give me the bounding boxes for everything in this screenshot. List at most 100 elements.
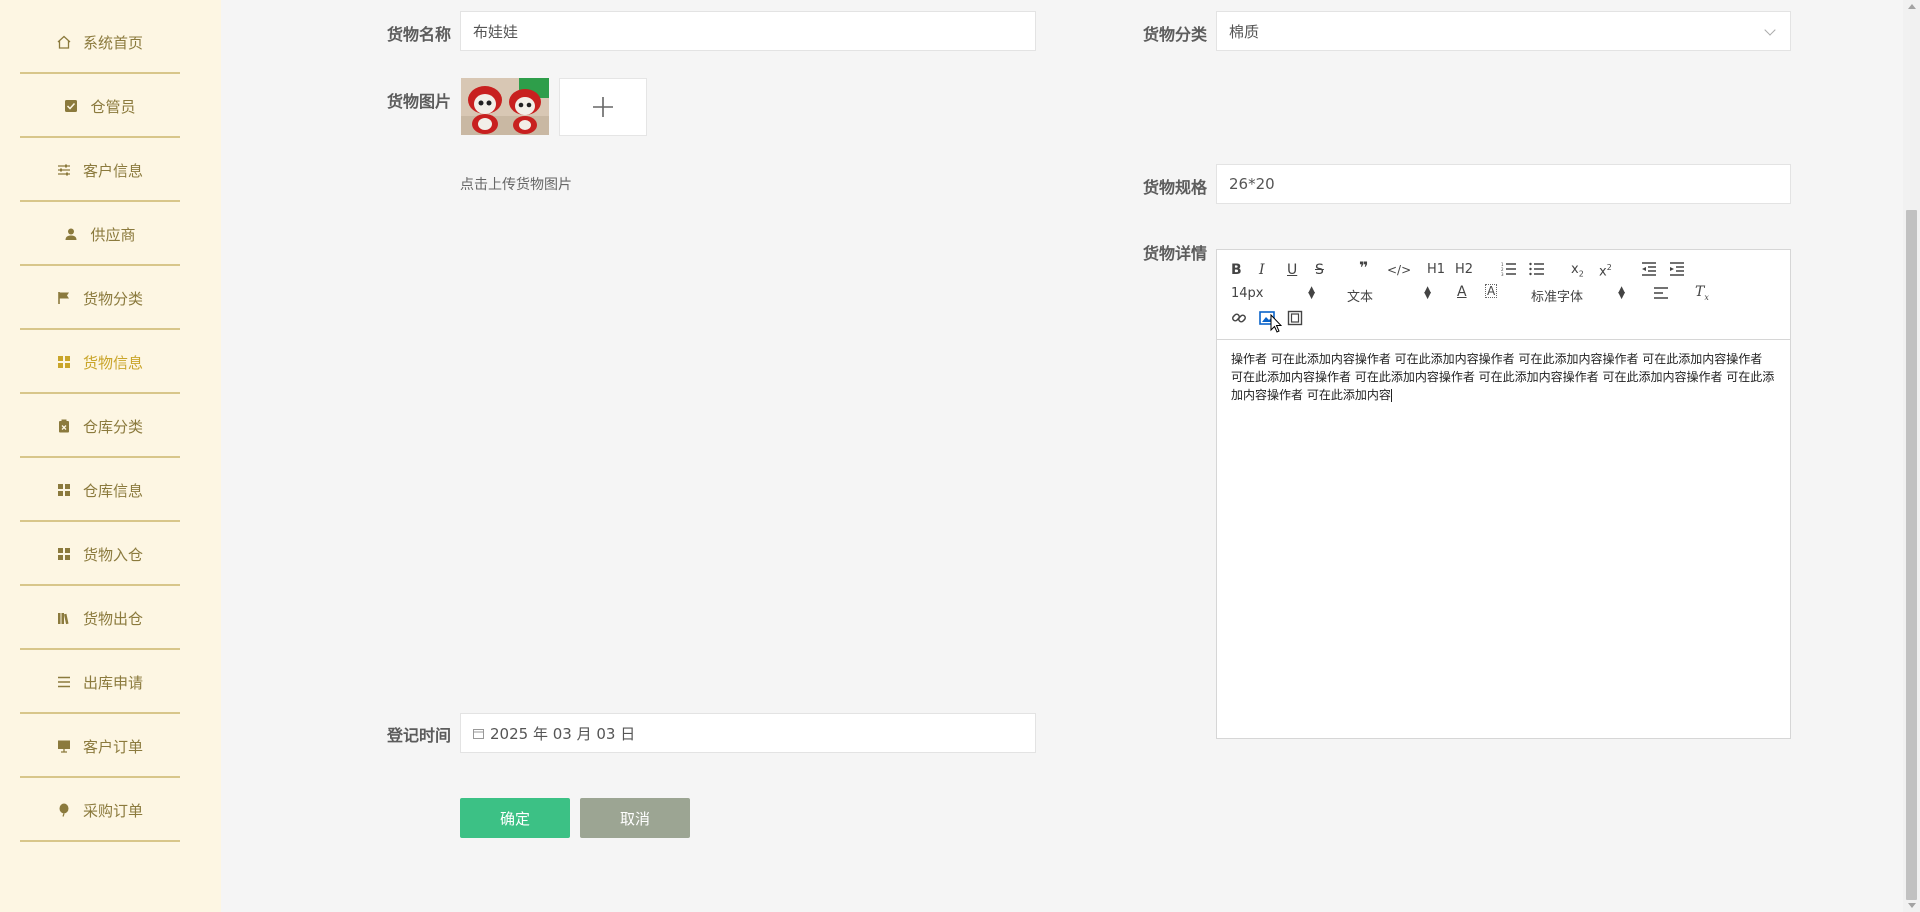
scroll-down-arrow[interactable]: [1908, 903, 1916, 908]
category-value: 棉质: [1229, 22, 1260, 41]
upload-hint: 点击上传货物图片: [460, 177, 572, 193]
blockquote-icon[interactable]: ❞: [1359, 260, 1368, 276]
confirm-button[interactable]: 确定: [460, 798, 570, 838]
sidebar-item-label: 客户信息: [82, 161, 143, 180]
monitor-icon: [57, 739, 71, 753]
h1-button[interactable]: H1: [1427, 262, 1445, 278]
sidebar-item-label: 货物出仓: [82, 609, 143, 628]
calendar-icon: [473, 728, 484, 739]
updown-icon: ▲ ▼: [1308, 285, 1315, 301]
name-value: 布娃娃: [473, 22, 519, 41]
font-color-icon[interactable]: A: [1457, 284, 1467, 300]
user-icon: [64, 227, 78, 241]
sliders-icon: [57, 163, 71, 177]
sidebar-item[interactable]: 货物分类: [20, 268, 180, 330]
sidebar-item[interactable]: 客户订单: [20, 716, 180, 778]
scroll-up-arrow[interactable]: [1908, 4, 1916, 9]
sidebar-item[interactable]: 供应商: [20, 204, 180, 266]
goods-image-thumbnail[interactable]: [461, 78, 549, 135]
balloon-icon: [57, 803, 71, 817]
sidebar-item-label: 货物分类: [82, 289, 143, 308]
sidebar-item-label: 系统首页: [82, 33, 143, 52]
name-label: 货物名称: [386, 25, 451, 44]
font-size-value: 14px: [1231, 286, 1264, 301]
check-square-icon: [64, 99, 78, 113]
code-icon[interactable]: </>: [1387, 262, 1411, 278]
date-value: 2025 年 03 月 03 日: [490, 724, 636, 743]
sidebar-item-label: 仓库信息: [82, 481, 143, 500]
date-input[interactable]: 2025 年 03 月 03 日: [460, 713, 1036, 753]
rich-text-editor[interactable]: B I U S ❞ </> H1 H2 123 x2 x2 14px ▲ ▼ 文本…: [1216, 249, 1791, 739]
category-select[interactable]: 棉质: [1216, 11, 1791, 51]
library-icon: [57, 611, 71, 625]
align-left-icon[interactable]: [1653, 286, 1669, 304]
sidebar-item[interactable]: 货物入仓: [20, 524, 180, 586]
indent-icon[interactable]: [1669, 262, 1685, 280]
grid-icon: [57, 355, 71, 369]
sidebar-item-label: 供应商: [90, 225, 136, 244]
grid-icon: [57, 547, 71, 561]
outdent-icon[interactable]: [1641, 262, 1657, 280]
font-size-select[interactable]: 14px ▲ ▼: [1231, 285, 1315, 302]
subscript-icon[interactable]: x2: [1571, 262, 1584, 283]
superscript-icon[interactable]: x2: [1599, 260, 1612, 280]
italic-button[interactable]: I: [1259, 262, 1265, 278]
sidebar-item[interactable]: 货物出仓: [20, 588, 180, 650]
sidebar-item[interactable]: 仓库分类: [20, 396, 180, 458]
detail-label: 货物详情: [1142, 244, 1207, 263]
link-icon[interactable]: [1231, 310, 1247, 330]
scroll-thumb[interactable]: [1906, 210, 1917, 900]
sidebar-item[interactable]: 出库申请: [20, 652, 180, 714]
sidebar-item-label: 货物信息: [82, 353, 143, 372]
spec-input[interactable]: 26*20: [1216, 164, 1791, 204]
sidebar-item[interactable]: 客户信息: [20, 140, 180, 202]
chevron-down-icon: [1764, 24, 1776, 36]
scrollbar[interactable]: [1903, 0, 1920, 912]
editor-text: 操作者 可在此添加内容操作者 可在此添加内容操作者 可在此添加内容操作者 可在此…: [1231, 352, 1775, 402]
name-input[interactable]: 布娃娃: [460, 11, 1036, 51]
h2-button[interactable]: H2: [1455, 262, 1473, 278]
editor-content[interactable]: 操作者 可在此添加内容操作者 可在此添加内容操作者 可在此添加内容操作者 可在此…: [1231, 350, 1776, 404]
spec-label: 货物规格: [1142, 178, 1207, 197]
sidebar-item-label: 出库申请: [82, 673, 143, 692]
header-select[interactable]: 文本 ▲ ▼: [1347, 285, 1431, 306]
bullet-list-icon[interactable]: [1529, 262, 1545, 280]
date-label: 登记时间: [386, 726, 451, 745]
editor-toolbar: B I U S ❞ </> H1 H2 123 x2 x2 14px ▲ ▼ 文本…: [1217, 250, 1790, 340]
video-icon[interactable]: [1287, 310, 1303, 330]
font-family-select[interactable]: 标准字体 ▲ ▼: [1531, 285, 1625, 306]
font-family-value: 标准字体: [1531, 290, 1584, 305]
ordered-list-icon[interactable]: 123: [1501, 262, 1517, 280]
sidebar-item[interactable]: 采购订单: [20, 780, 180, 842]
svg-text:3: 3: [1501, 272, 1504, 276]
updown-icon: ▲ ▼: [1424, 285, 1431, 301]
home-icon: [57, 35, 71, 49]
strike-button[interactable]: S: [1315, 262, 1324, 278]
flag-icon: [57, 291, 71, 305]
sidebar-item[interactable]: 货物信息: [20, 332, 180, 394]
header-value: 文本: [1347, 290, 1374, 305]
underline-button[interactable]: U: [1287, 262, 1297, 278]
clipboard-icon: [57, 419, 71, 433]
upload-image-button[interactable]: [559, 78, 647, 136]
bold-button[interactable]: B: [1231, 262, 1242, 278]
sidebar-item-label: 客户订单: [82, 737, 143, 756]
text-caret: [1390, 389, 1392, 402]
sidebar-item-label: 仓库分类: [82, 417, 143, 436]
image-label: 货物图片: [386, 92, 451, 111]
sidebar-item[interactable]: 仓管员: [20, 76, 180, 138]
grid-icon: [57, 483, 71, 497]
sidebar: 系统首页仓管员客户信息供应商货物分类货物信息仓库分类仓库信息货物入仓货物出仓出库…: [0, 0, 221, 912]
sidebar-item[interactable]: 系统首页: [20, 12, 180, 74]
clear-format-icon[interactable]: Tx: [1695, 284, 1709, 306]
plus-icon: [593, 97, 613, 117]
mouse-cursor: [1270, 314, 1282, 333]
background-color-icon[interactable]: A: [1485, 284, 1498, 298]
cancel-button[interactable]: 取消: [580, 798, 690, 838]
updown-icon: ▲ ▼: [1618, 285, 1625, 301]
sidebar-item[interactable]: 仓库信息: [20, 460, 180, 522]
sidebar-item-label: 货物入仓: [82, 545, 143, 564]
list-icon: [57, 675, 71, 689]
category-label: 货物分类: [1142, 25, 1207, 44]
sidebar-item-label: 采购订单: [82, 801, 143, 820]
